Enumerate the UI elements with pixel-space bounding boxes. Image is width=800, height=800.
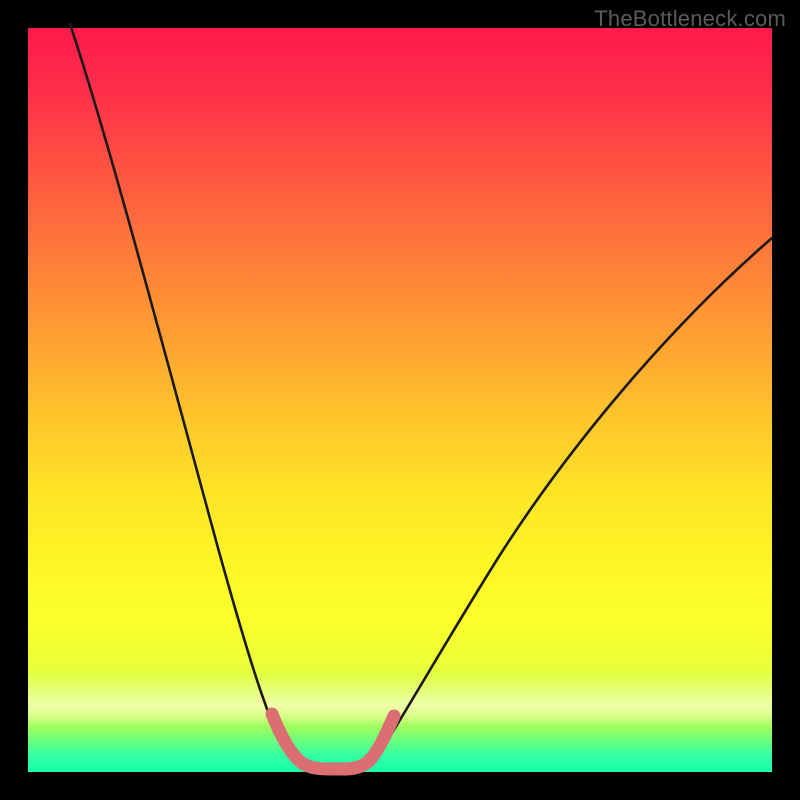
bottleneck-curve-left [70, 24, 314, 768]
curve-svg [28, 28, 772, 772]
bottleneck-curve-right [352, 238, 772, 768]
watermark-text: TheBottleneck.com [594, 6, 786, 32]
plot-area [28, 28, 772, 772]
chart-frame: TheBottleneck.com [0, 0, 800, 800]
trough-highlight [272, 714, 394, 769]
